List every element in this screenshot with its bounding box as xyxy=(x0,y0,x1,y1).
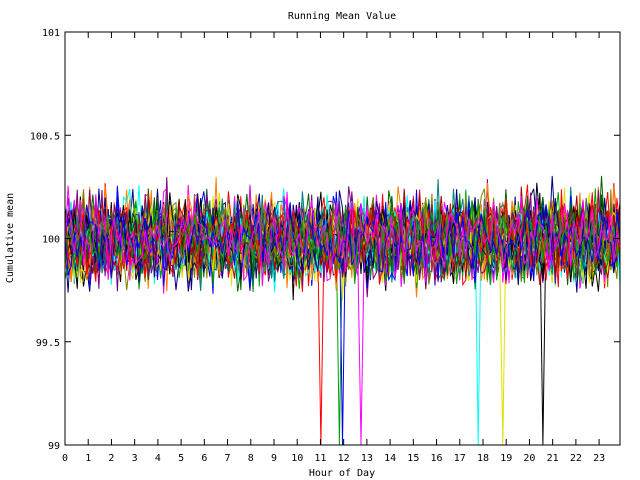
x-tick-label: 4 xyxy=(155,453,161,464)
x-tick-label: 12 xyxy=(338,453,350,464)
x-tick-label: 18 xyxy=(477,453,489,464)
x-tick-label: 17 xyxy=(454,453,466,464)
x-tick-label: 3 xyxy=(132,453,138,464)
y-tick-label: 99 xyxy=(48,441,60,452)
x-tick-label: 16 xyxy=(431,453,443,464)
x-tick-label: 2 xyxy=(108,453,114,464)
x-tick-label: 20 xyxy=(523,453,535,464)
x-tick-label: 13 xyxy=(361,453,373,464)
x-tick-label: 5 xyxy=(178,453,184,464)
x-tick-label: 10 xyxy=(291,453,303,464)
x-tick-label: 1 xyxy=(85,453,91,464)
x-tick-label: 22 xyxy=(570,453,582,464)
y-tick-label: 100 xyxy=(42,235,60,246)
chart: Running Mean Value 0 1 2 3 4 5 6 7 8 9 10 11 12 13 14 1… xyxy=(0,0,640,480)
y-tick-label: 101 xyxy=(42,28,60,39)
x-tick-label: 21 xyxy=(547,453,559,464)
x-tick-label: 19 xyxy=(500,453,512,464)
y-axis-label: Cumulative mean xyxy=(5,193,16,283)
y-tick-label: 100.5 xyxy=(30,131,60,142)
y-tick-label: 99.5 xyxy=(36,338,60,349)
x-tick-label: 0 xyxy=(62,453,68,464)
x-tick-label: 23 xyxy=(593,453,605,464)
x-axis-label: Hour of Day xyxy=(309,468,375,479)
x-tick-label: 8 xyxy=(248,453,254,464)
x-tick-label: 9 xyxy=(271,453,277,464)
x-tick-label: 15 xyxy=(407,453,419,464)
x-tick-label: 11 xyxy=(314,453,326,464)
x-tick-label: 6 xyxy=(201,453,207,464)
x-tick-label: 14 xyxy=(384,453,396,464)
chart-title: Running Mean Value xyxy=(288,11,396,22)
x-tick-label: 7 xyxy=(225,453,231,464)
